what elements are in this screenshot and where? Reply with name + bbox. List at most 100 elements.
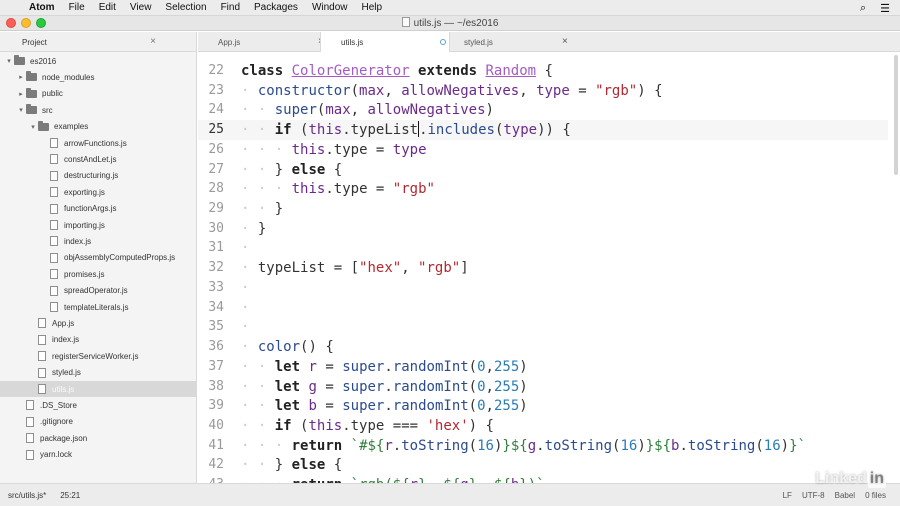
line-number[interactable]: 37 — [198, 357, 224, 377]
status-file-path[interactable]: src/utils.js* — [8, 491, 46, 500]
tree-file[interactable]: yarn.lock — [0, 447, 196, 463]
code-line[interactable]: 27 · · } else { — [198, 160, 888, 180]
line-number[interactable]: 24 — [198, 100, 224, 120]
code-text[interactable]: · · super(max, allowNegatives) — [241, 100, 494, 120]
code-line[interactable]: 41 · · · return `#${r.toString(16)}${g.to… — [198, 436, 888, 456]
status-encoding[interactable]: UTF-8 — [802, 491, 825, 500]
chevron-down-icon[interactable]: ▾ — [4, 57, 14, 65]
tree-file[interactable]: importing.js — [0, 217, 196, 233]
close-icon[interactable]: × — [562, 36, 568, 47]
tree-file[interactable]: index.js — [0, 233, 196, 249]
code-text[interactable]: · · if (this.typeList.includes(type)) { — [241, 120, 571, 140]
code-text[interactable]: · · if (this.type === 'hex') { — [241, 416, 494, 436]
code-line[interactable]: 38 · · let g = super.randomInt(0,255) — [198, 377, 888, 397]
code-text[interactable]: · — [241, 298, 249, 318]
chevron-right-icon[interactable]: ▸ — [16, 73, 26, 81]
menu-window[interactable]: Window — [305, 2, 355, 13]
code-text[interactable]: · · · this.type = "rgb" — [241, 179, 435, 199]
line-number[interactable]: 39 — [198, 396, 224, 416]
line-number[interactable]: 33 — [198, 278, 224, 298]
code-text[interactable]: · typeList = ["hex", "rgb"] — [241, 258, 469, 278]
code-line[interactable]: 39 · · let b = super.randomInt(0,255) — [198, 396, 888, 416]
line-number[interactable]: 31 — [198, 238, 224, 258]
tree-file[interactable]: exporting.js — [0, 184, 196, 200]
code-line[interactable]: 25 · · if (this.typeList.includes(type)) … — [198, 120, 888, 141]
tree-folder[interactable]: ▾ examples — [0, 119, 196, 135]
tree-file[interactable]: registerServiceWorker.js — [0, 348, 196, 364]
code-line[interactable]: 42 · · } else { — [198, 455, 888, 475]
tree-folder[interactable]: ▸ public — [0, 86, 196, 102]
code-line[interactable]: 22 class ColorGenerator extends Random { — [198, 61, 888, 81]
tree-file[interactable]: styled.js — [0, 365, 196, 381]
tab-styled-js[interactable]: styled.js × — [444, 32, 574, 52]
code-line[interactable]: 37 · · let r = super.randomInt(0,255) — [198, 357, 888, 377]
code-text[interactable]: class ColorGenerator extends Random { — [241, 61, 553, 81]
code-text[interactable]: · · } else { — [241, 160, 342, 180]
line-number[interactable]: 34 — [198, 298, 224, 318]
code-line[interactable]: 26 · · · this.type = type — [198, 140, 888, 160]
chevron-down-icon[interactable]: ▾ — [16, 106, 26, 114]
tab-app-js[interactable]: App.js × — [198, 32, 330, 52]
line-number[interactable]: 35 — [198, 317, 224, 337]
menu-find[interactable]: Find — [214, 2, 247, 13]
code-text[interactable]: · · · this.type = type — [241, 140, 427, 160]
code-line[interactable]: 33 · — [198, 278, 888, 298]
line-number[interactable]: 40 — [198, 416, 224, 436]
tree-file[interactable]: .gitignore — [0, 414, 196, 430]
line-number[interactable]: 30 — [198, 219, 224, 239]
tree-file[interactable]: .DS_Store — [0, 397, 196, 413]
line-number[interactable]: 36 — [198, 337, 224, 357]
status-git-files[interactable]: 0 files — [865, 491, 886, 500]
spotlight-search-icon[interactable]: ⌕ — [860, 2, 866, 15]
line-number[interactable]: 22 — [198, 61, 224, 81]
code-line[interactable]: 23 · constructor(max, allowNegatives, typ… — [198, 81, 888, 101]
tree-folder[interactable]: ▾ src — [0, 102, 196, 118]
tree-file[interactable]: index.js — [0, 332, 196, 348]
status-grammar[interactable]: Babel — [835, 491, 855, 500]
line-number[interactable]: 27 — [198, 160, 224, 180]
code-text[interactable]: · — [241, 238, 249, 258]
line-number[interactable]: 25 — [198, 120, 224, 140]
line-number[interactable]: 32 — [198, 258, 224, 278]
code-text[interactable]: · constructor(max, allowNegatives, type … — [241, 81, 663, 101]
code-line[interactable]: 29 · · } — [198, 199, 888, 219]
tree-file[interactable]: functionArgs.js — [0, 201, 196, 217]
line-number[interactable]: 28 — [198, 179, 224, 199]
menu-app[interactable]: Atom — [22, 2, 62, 13]
tree-file[interactable]: destructuring.js — [0, 168, 196, 184]
menu-selection[interactable]: Selection — [158, 2, 213, 13]
code-line[interactable]: 32 · typeList = ["hex", "rgb"] — [198, 258, 888, 278]
code-text[interactable]: · · let b = super.randomInt(0,255) — [241, 396, 528, 416]
code-line[interactable]: 43 · · · return `rgb(${r}, ${g}, ${b})` — [198, 475, 888, 483]
code-text[interactable]: · · } else { — [241, 455, 342, 475]
vertical-scrollbar[interactable] — [894, 55, 898, 175]
menu-edit[interactable]: Edit — [92, 2, 123, 13]
tree-file[interactable]: objAssemblyComputedProps.js — [0, 250, 196, 266]
status-cursor-position[interactable]: 25:21 — [60, 491, 80, 500]
line-number[interactable]: 41 — [198, 436, 224, 456]
tree-file[interactable]: package.json — [0, 430, 196, 446]
code-text[interactable]: · · } — [241, 199, 283, 219]
tree-file[interactable]: spreadOperator.js — [0, 283, 196, 299]
code-editor[interactable]: 22 class ColorGenerator extends Random {2… — [198, 53, 900, 483]
tree-file[interactable]: utils.js — [0, 381, 196, 397]
menu-help[interactable]: Help — [355, 2, 390, 13]
line-number[interactable]: 43 — [198, 475, 224, 483]
code-text[interactable]: · } — [241, 219, 266, 239]
tab-utils-js[interactable]: utils.js — [320, 32, 450, 52]
tree-folder[interactable]: ▾ es2016 — [0, 53, 196, 69]
code-line[interactable]: 24 · · super(max, allowNegatives) — [198, 100, 888, 120]
menu-view[interactable]: View — [123, 2, 159, 13]
tree-file[interactable]: constAndLet.js — [0, 151, 196, 167]
tree-folder[interactable]: ▸ node_modules — [0, 69, 196, 85]
line-number[interactable]: 38 — [198, 377, 224, 397]
tree-file[interactable]: App.js — [0, 315, 196, 331]
code-line[interactable]: 30 · } — [198, 219, 888, 239]
close-icon[interactable]: × — [150, 36, 156, 47]
code-text[interactable]: · color() { — [241, 337, 334, 357]
code-text[interactable]: · — [241, 317, 249, 337]
notification-center-icon[interactable]: ☰ — [880, 2, 890, 15]
code-line[interactable]: 28 · · · this.type = "rgb" — [198, 179, 888, 199]
code-line[interactable]: 31 · — [198, 238, 888, 258]
code-line[interactable]: 35 · — [198, 317, 888, 337]
